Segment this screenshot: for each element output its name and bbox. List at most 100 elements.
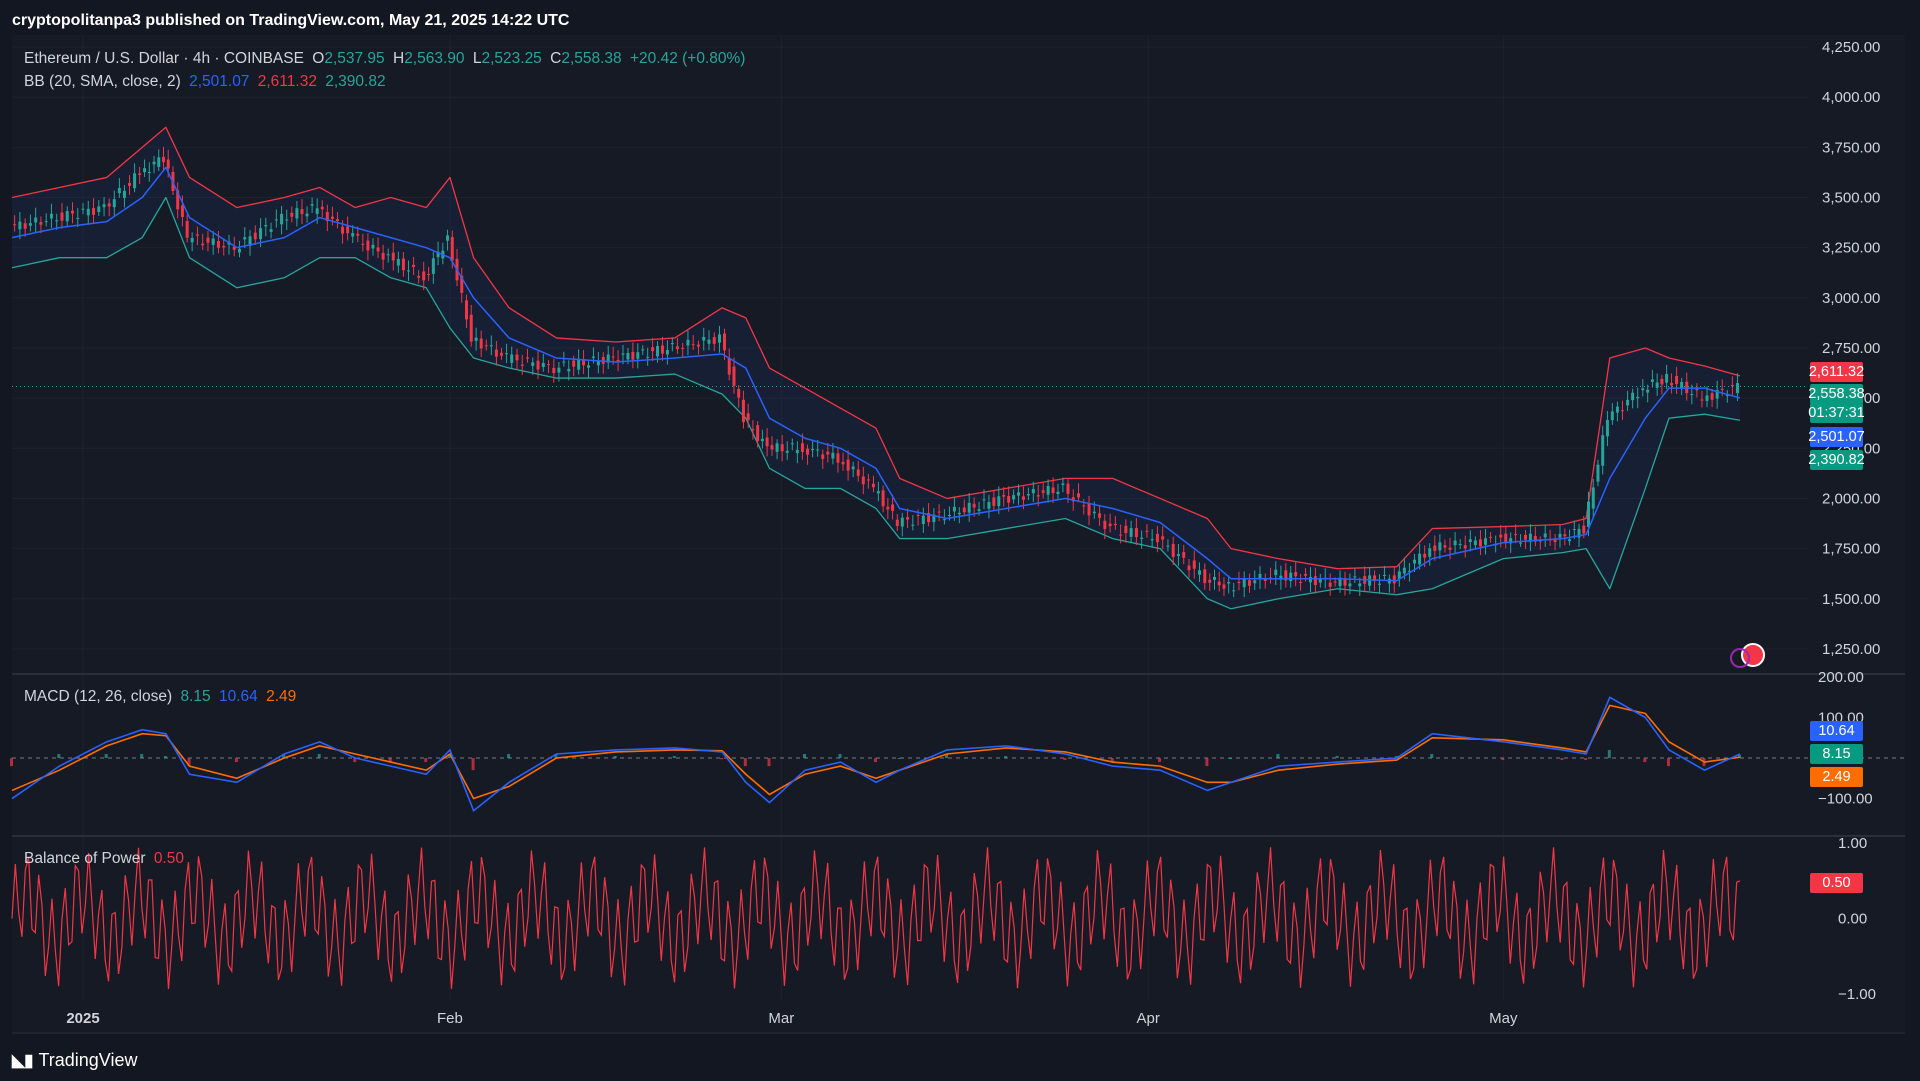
countdown-tag: 01:37:31 — [1808, 403, 1865, 423]
macd-hist-bar — [234, 758, 238, 763]
candle-body — [1113, 523, 1117, 526]
candle-body — [401, 258, 405, 271]
macd-tick-label: 200.00 — [1818, 669, 1864, 686]
macd-hist-bar — [1501, 758, 1505, 761]
candle-body — [166, 159, 170, 169]
candle-body — [651, 347, 655, 352]
candle-body — [591, 356, 595, 358]
candle-body — [1615, 406, 1619, 413]
candle-body — [376, 247, 380, 252]
chart-canvas[interactable]: 1,250.001,500.001,750.002,000.002,250.00… — [0, 0, 1920, 1081]
macd-hist-bar — [720, 758, 724, 760]
candle-body — [1463, 545, 1467, 549]
macd-hist-bar — [317, 753, 321, 759]
candle-body — [81, 208, 85, 210]
candle-body — [1563, 534, 1567, 537]
macd-hist-bar — [743, 758, 747, 767]
bb-basis-tag: 2,501.07 — [1808, 427, 1865, 447]
candle-body — [305, 213, 309, 217]
candle-body — [1382, 574, 1386, 576]
candle-body — [157, 157, 161, 168]
candle-body — [826, 451, 830, 455]
candle-body — [567, 368, 571, 372]
candle-body — [765, 437, 769, 447]
candle-body — [1328, 582, 1332, 587]
candle-body — [1641, 388, 1645, 391]
candle-body — [1631, 392, 1635, 401]
candle-body — [92, 208, 96, 215]
candle-body — [1098, 513, 1102, 518]
macd-hist-bar — [1430, 753, 1434, 759]
close-label: C — [550, 50, 562, 67]
candle-body — [1568, 539, 1572, 542]
price-tick-label: 4,250.00 — [1822, 39, 1880, 56]
candle-body — [816, 449, 820, 451]
candle-body — [494, 349, 498, 357]
flag-icon — [1741, 643, 1765, 667]
candle-body — [836, 453, 840, 463]
candle-body — [23, 223, 27, 229]
candle-body — [1237, 581, 1241, 584]
candle-body — [469, 314, 473, 342]
candle-body — [737, 389, 741, 398]
macd-hist-bar — [802, 753, 806, 759]
candle-body — [861, 476, 865, 485]
candle-body — [1182, 552, 1186, 558]
candle-body — [942, 519, 946, 521]
candle-body — [474, 337, 478, 341]
candle-body — [49, 213, 53, 219]
candle-body — [1108, 523, 1112, 527]
bb-basis-value: 2,501.07 — [189, 73, 250, 90]
candle-body — [1558, 533, 1562, 538]
candle-body — [1605, 420, 1609, 437]
price-tick-label: 3,250.00 — [1822, 240, 1880, 257]
candle-body — [900, 517, 904, 527]
candle-body — [1217, 581, 1221, 586]
candle-body — [1636, 396, 1640, 399]
candle-body — [1453, 540, 1457, 546]
candle-body — [723, 333, 727, 351]
candle-body — [330, 216, 334, 219]
candle-body — [1418, 553, 1422, 565]
macd-hist-bar — [1063, 758, 1067, 761]
candle-body — [780, 444, 784, 452]
candle-body — [320, 206, 324, 210]
candle-body — [1227, 582, 1231, 584]
candle-body — [1443, 545, 1447, 548]
candle-body — [1145, 530, 1149, 532]
brand-name: TradingView — [38, 1050, 138, 1070]
candle-body — [541, 362, 545, 368]
time-tick-label: 2025 — [66, 1010, 99, 1027]
candle-body — [351, 233, 355, 237]
candle-body — [280, 213, 284, 225]
candle-body — [992, 497, 996, 506]
tradingview-brand[interactable]: ◣▮ TradingView — [12, 1050, 138, 1071]
candle-body — [846, 459, 850, 471]
candle-body — [691, 344, 695, 346]
candle-body — [1036, 495, 1040, 497]
candle-body — [806, 448, 810, 455]
candle-body — [660, 345, 664, 354]
candle-body — [1318, 578, 1322, 583]
candle-body — [520, 364, 524, 366]
candle-body — [531, 362, 535, 366]
candle-body — [431, 258, 435, 274]
price-tick-label: 3,750.00 — [1822, 139, 1880, 156]
candle-body — [1092, 511, 1096, 514]
candle-body — [997, 496, 1001, 507]
candle-body — [361, 243, 365, 245]
bop-tick-label: 1.00 — [1838, 835, 1867, 852]
candle-body — [1171, 544, 1175, 557]
price-tick-label: 4,000.00 — [1822, 89, 1880, 106]
macd-hist-bar — [1004, 756, 1008, 759]
macd-hist-bar — [874, 758, 877, 763]
symbol-label: Ethereum / U.S. Dollar · 4h · COINBASE — [24, 50, 304, 67]
macd-hist-tag: 8.15 — [1810, 744, 1863, 764]
candle-body — [1212, 576, 1216, 580]
candle-body — [39, 222, 43, 225]
candle-body — [1192, 560, 1196, 569]
bop-value: 0.50 — [153, 850, 184, 867]
candle-body — [515, 354, 519, 361]
candle-body — [55, 220, 59, 222]
candle-body — [211, 238, 215, 245]
